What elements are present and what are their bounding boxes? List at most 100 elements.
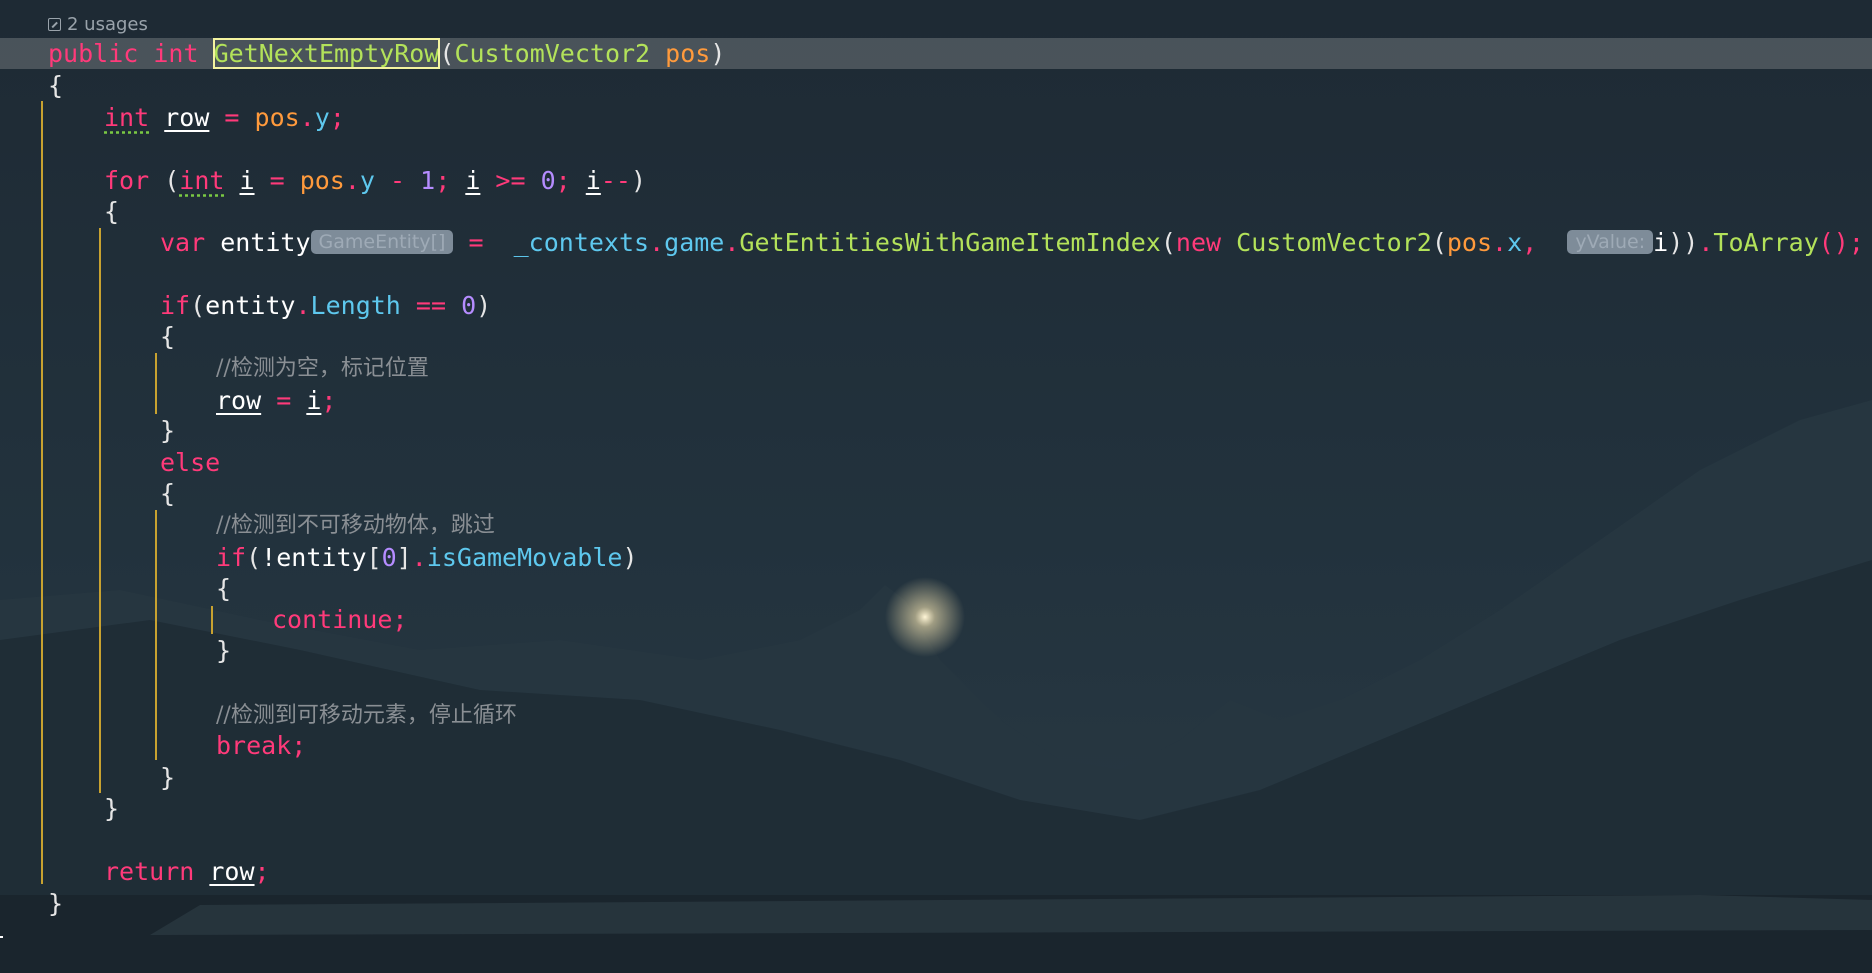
brace: } bbox=[48, 889, 64, 918]
code-line-15[interactable]: { bbox=[160, 478, 175, 509]
keyword: if bbox=[160, 291, 191, 320]
field: _contexts bbox=[513, 228, 650, 257]
punct: ; bbox=[254, 857, 270, 886]
keyword: else bbox=[160, 448, 221, 477]
punct: . bbox=[295, 291, 311, 320]
indent-guide bbox=[155, 510, 157, 760]
code-line-1[interactable]: public int GetNextEmptyRow(CustomVector2… bbox=[48, 38, 725, 69]
code-line-11[interactable]: //检测为空，标记位置 bbox=[216, 353, 429, 384]
punct: ( bbox=[190, 291, 206, 320]
code-line-6[interactable]: { bbox=[104, 196, 119, 227]
punct: ) bbox=[710, 39, 726, 68]
code-line-25[interactable]: } bbox=[104, 793, 119, 824]
property: y bbox=[314, 103, 330, 132]
code-line-10[interactable]: { bbox=[160, 321, 175, 352]
indent-guide bbox=[155, 353, 157, 414]
code-line-20[interactable]: } bbox=[216, 635, 231, 666]
code-line-18[interactable]: { bbox=[216, 573, 231, 604]
code-line-2[interactable]: { bbox=[48, 70, 63, 101]
punct: ( bbox=[149, 166, 180, 195]
code-line-13[interactable]: } bbox=[160, 415, 175, 446]
variable: i bbox=[239, 166, 255, 195]
punct: ; bbox=[321, 386, 337, 415]
number: 0 bbox=[381, 543, 397, 572]
code-line-3[interactable]: int row = pos.y; bbox=[104, 102, 345, 133]
punct: ) bbox=[622, 543, 638, 572]
operator: = bbox=[261, 386, 307, 415]
punct: ; bbox=[291, 731, 307, 760]
property: y bbox=[359, 166, 375, 195]
usages-label: 2 usages bbox=[67, 13, 148, 35]
keyword: return bbox=[104, 857, 195, 886]
keyword: int bbox=[104, 103, 150, 132]
operator: - bbox=[374, 166, 421, 195]
punct: ; bbox=[392, 605, 408, 634]
method-name[interactable]: GetNextEmptyRow bbox=[212, 38, 441, 69]
brace: } bbox=[160, 763, 176, 792]
inlay-type-hint: GameEntity[] bbox=[310, 230, 454, 254]
punct: ( bbox=[1431, 228, 1447, 257]
variable: row bbox=[164, 103, 210, 132]
code-line-22[interactable]: //检测到可移动元素，停止循环 bbox=[216, 700, 517, 731]
type-name: CustomVector2 bbox=[1236, 228, 1432, 257]
operator: ! bbox=[261, 543, 277, 572]
brace: { bbox=[216, 574, 232, 603]
code-line-23[interactable]: break; bbox=[216, 730, 306, 761]
param-name: pos bbox=[254, 103, 300, 132]
code-line-19[interactable]: continue; bbox=[272, 604, 407, 635]
code-line-14[interactable]: else bbox=[160, 447, 220, 478]
punct: ; bbox=[435, 166, 466, 195]
operator: == bbox=[400, 291, 462, 320]
punct: [ bbox=[366, 543, 382, 572]
code-line-28[interactable]: } bbox=[48, 888, 63, 919]
operator: = bbox=[453, 228, 499, 257]
keyword: int bbox=[153, 39, 199, 68]
code-line-7[interactable]: var entity GameEntity[] = _contexts.game.… bbox=[160, 227, 1864, 258]
operator: >= bbox=[480, 166, 541, 195]
code-line-24[interactable]: } bbox=[160, 762, 175, 793]
code-line-17[interactable]: if(!entity[0].isGameMovable) bbox=[216, 542, 638, 573]
brace: { bbox=[160, 322, 176, 351]
variable: row bbox=[209, 857, 255, 886]
method-call: ToArray bbox=[1713, 228, 1819, 257]
open-external-icon bbox=[48, 17, 61, 31]
comment: //检测为空，标记位置 bbox=[216, 356, 429, 381]
punct: ( bbox=[439, 39, 455, 68]
variable: entity bbox=[276, 543, 367, 572]
code-line-5[interactable]: for (int i = pos.y - 1; i >= 0; i--) bbox=[104, 165, 646, 196]
indent-guide bbox=[99, 228, 101, 793]
keyword: if bbox=[216, 543, 247, 572]
variable: i bbox=[465, 166, 481, 195]
property: x bbox=[1507, 228, 1523, 257]
method-call: GetEntitiesWithGameItemIndex bbox=[739, 228, 1161, 257]
code-editor[interactable]: 2 usages public int GetNextEmptyRow(Cust… bbox=[0, 0, 1872, 973]
punct: . bbox=[411, 543, 427, 572]
punct: . bbox=[344, 166, 360, 195]
usages-hint[interactable]: 2 usages bbox=[48, 12, 148, 36]
property: isGameMovable bbox=[426, 543, 623, 572]
code-line-16[interactable]: //检测到不可移动物体，跳过 bbox=[216, 510, 495, 541]
inlay-param-hint: yValue: bbox=[1567, 230, 1654, 254]
keyword: public bbox=[48, 39, 139, 68]
punct: , bbox=[1522, 228, 1538, 257]
indent-guide bbox=[41, 101, 43, 884]
property: Length bbox=[310, 291, 401, 320]
punct: . bbox=[1698, 228, 1714, 257]
code-line-27[interactable]: return row; bbox=[104, 856, 270, 887]
code-line-9[interactable]: if(entity.Length == 0) bbox=[160, 290, 491, 321]
keyword: continue bbox=[272, 605, 393, 634]
punct: . bbox=[649, 228, 665, 257]
brace: { bbox=[48, 71, 64, 100]
brace: } bbox=[160, 416, 176, 445]
param-name: pos bbox=[299, 166, 345, 195]
keyword: break bbox=[216, 731, 292, 760]
keyword: for bbox=[104, 166, 150, 195]
indent-guide bbox=[211, 606, 213, 634]
punct: ) bbox=[630, 166, 646, 195]
code-line-12[interactable]: row = i; bbox=[216, 385, 336, 416]
comment: //检测到不可移动物体，跳过 bbox=[216, 513, 495, 538]
variable: i bbox=[585, 166, 601, 195]
keyword: new bbox=[1175, 228, 1222, 257]
brace: { bbox=[104, 197, 120, 226]
brace: { bbox=[160, 479, 176, 508]
